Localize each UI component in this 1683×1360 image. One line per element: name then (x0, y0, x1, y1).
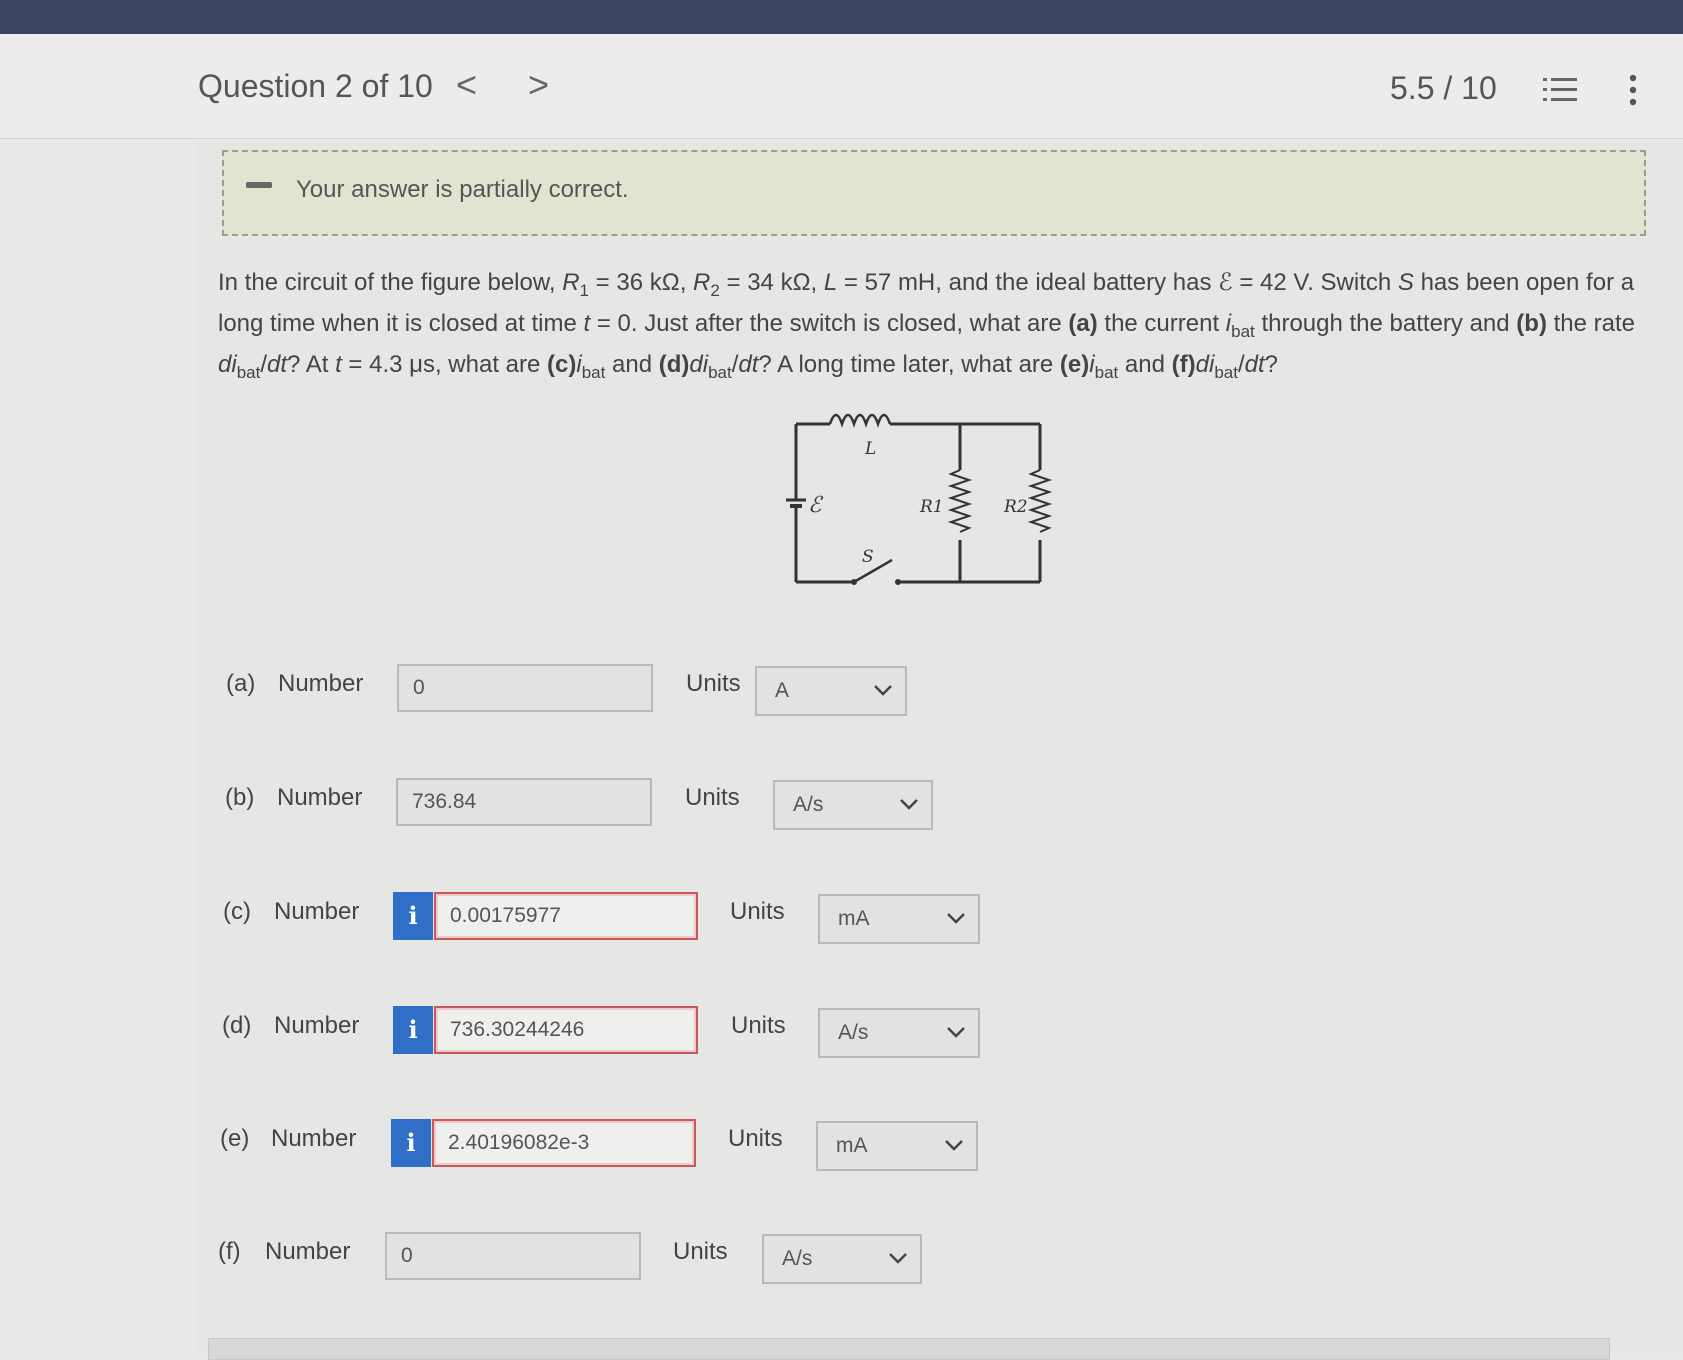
units-select-c[interactable]: mA (818, 894, 980, 944)
previous-question-button[interactable]: < (456, 64, 477, 106)
units-label-a: Units (686, 670, 741, 697)
number-label-a: Number (278, 670, 364, 697)
partial-correct-banner: Your answer is partially correct. (222, 150, 1646, 236)
chevron-down-icon (900, 799, 918, 810)
given-emf: 42 V (1260, 269, 1308, 296)
number-input-d[interactable] (434, 1006, 698, 1054)
number-label-d: Number (274, 1012, 360, 1039)
switch-label: S (862, 547, 874, 567)
question-number: Question 2 of 10 (198, 68, 433, 104)
number-input-b[interactable] (396, 778, 652, 826)
chevron-down-icon (947, 913, 965, 924)
number-input-e[interactable] (432, 1119, 696, 1167)
info-icon[interactable]: i (393, 892, 433, 940)
answer-row-f: (f) Number Units A/s (0, 1230, 1683, 1284)
info-icon[interactable]: i (391, 1119, 431, 1167)
question-text: In the circuit of the figure below, R1 =… (218, 269, 1636, 382)
part-label-e: (e) (220, 1125, 250, 1152)
number-label-f: Number (265, 1238, 351, 1265)
selected-unit-d: A/s (838, 1021, 869, 1044)
number-label-e: Number (271, 1125, 357, 1152)
banner-text: Your answer is partially correct. (296, 176, 629, 203)
inductor-label: L (864, 439, 876, 459)
units-select-e[interactable]: mA (816, 1121, 978, 1171)
top-bar (0, 0, 1683, 34)
answer-row-a: (a) Number Units A (0, 662, 1683, 716)
selected-unit-f: A/s (782, 1247, 813, 1270)
given-l: 57 mH (864, 269, 936, 296)
units-select-a[interactable]: A (755, 666, 907, 716)
list-icon[interactable] (1543, 76, 1577, 104)
chevron-down-icon (889, 1253, 907, 1264)
units-select-d[interactable]: A/s (818, 1008, 980, 1058)
units-label-c: Units (730, 898, 785, 925)
selected-unit-c: mA (838, 907, 870, 930)
part-label-a: (a) (226, 670, 256, 697)
number-label-c: Number (274, 898, 360, 925)
chevron-down-icon (874, 685, 892, 696)
chevron-down-icon (947, 1027, 965, 1038)
answer-row-e: (e) Number i Units mA (0, 1117, 1683, 1171)
units-select-b[interactable]: A/s (773, 780, 933, 830)
given-r2: 34 kΩ (747, 269, 811, 296)
selected-unit-a: A (775, 679, 790, 702)
units-label-e: Units (728, 1125, 783, 1152)
more-vertical-icon[interactable] (1628, 74, 1638, 106)
next-section-edge (208, 1338, 1610, 1360)
selected-unit-b: A/s (793, 793, 824, 816)
number-input-c[interactable] (434, 892, 698, 940)
units-label-d: Units (731, 1012, 786, 1039)
answer-row-d: (d) Number i Units A/s (0, 1004, 1683, 1058)
answer-row-c: (c) Number i Units mA (0, 890, 1683, 944)
circuit-figure: ℰ L R1 R2 S (784, 413, 1053, 585)
emf-label: ℰ (808, 493, 824, 518)
question-header: Question 2 of 10 < > 5.5 / 10 (0, 34, 1683, 139)
given-time: 4.3 μs (369, 350, 435, 378)
part-label-c: (c) (223, 898, 251, 925)
next-question-button[interactable]: > (528, 64, 549, 106)
answer-row-b: (b) Number Units A/s (0, 776, 1683, 830)
units-select-f[interactable]: A/s (762, 1234, 922, 1284)
score-display: 5.5 / 10 (1390, 70, 1497, 106)
part-label-b: (b) (225, 784, 255, 811)
number-input-f[interactable] (385, 1232, 641, 1280)
partial-icon (246, 182, 272, 188)
number-input-a[interactable] (397, 664, 653, 712)
r2-label: R2 (1003, 497, 1028, 517)
part-label-f: (f) (218, 1238, 241, 1265)
r1-label: R1 (919, 497, 944, 517)
units-label-b: Units (685, 784, 740, 811)
part-label-d: (d) (222, 1012, 252, 1039)
info-icon[interactable]: i (393, 1006, 433, 1054)
units-label-f: Units (673, 1238, 728, 1265)
number-label-b: Number (277, 784, 363, 811)
given-r1: 36 kΩ (616, 269, 680, 296)
chevron-down-icon (945, 1140, 963, 1151)
selected-unit-e: mA (836, 1134, 868, 1157)
